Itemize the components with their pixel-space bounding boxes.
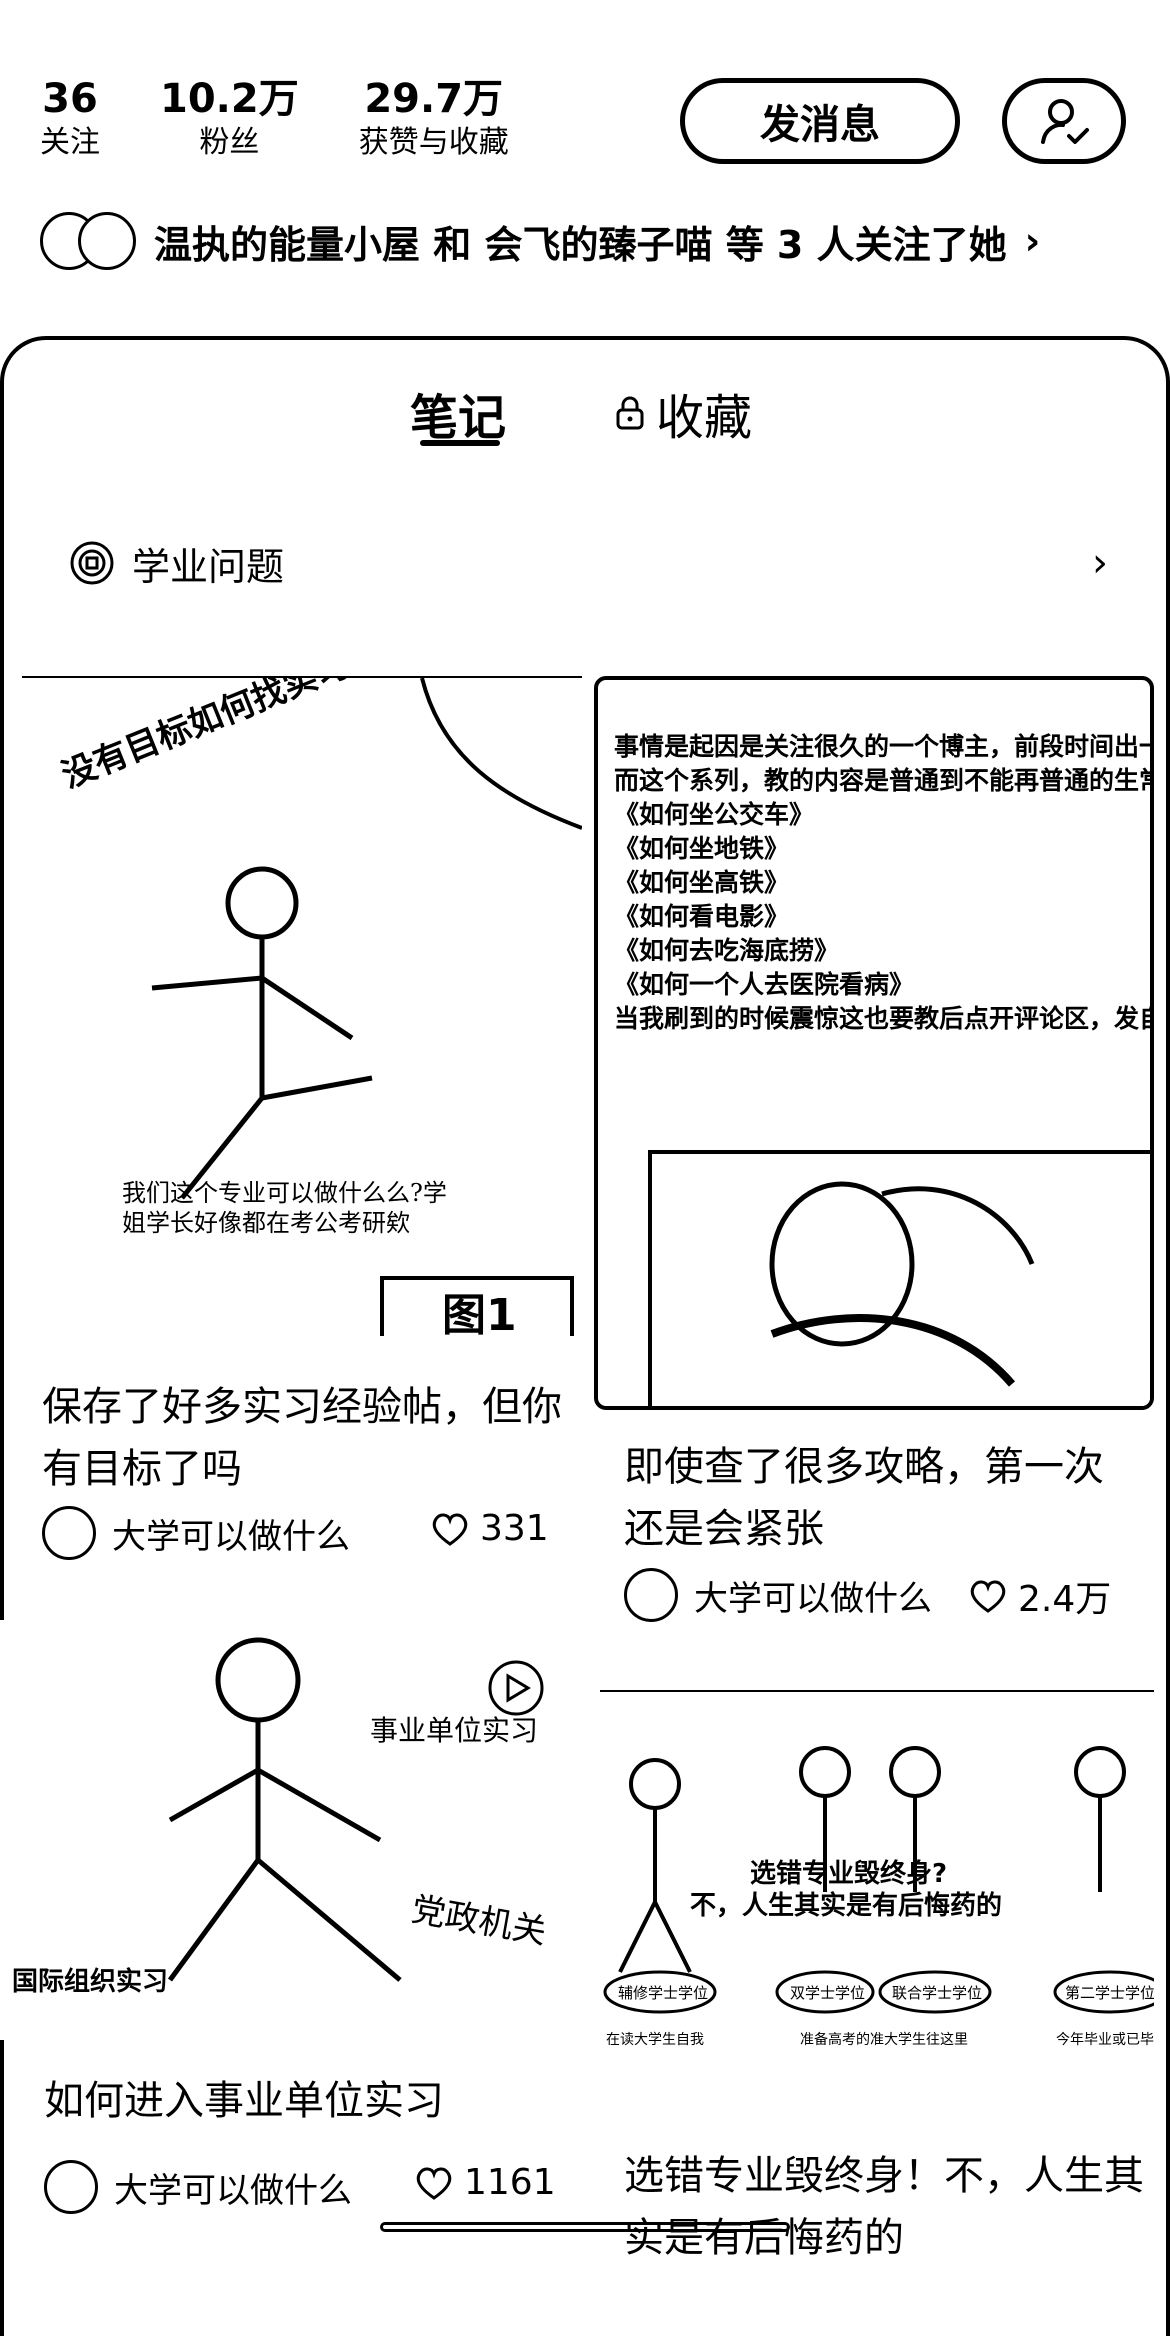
follow-user-button[interactable] <box>1002 78 1126 164</box>
note-title: 即使查了很多攻略，第一次还是会紧张 <box>624 1444 1104 1552</box>
tab-favorites[interactable]: 收藏 <box>614 378 752 448</box>
note-cover-image: 选错专业毁终身? 不，人生其实是有后悔药的 辅修学士学位 双学士学位 联合学士学… <box>600 1690 1154 2070</box>
cover-text-line: 当我刷到的时候震惊这也要教后点开评论区，发自己也成了那个"何不食肉糜"的高傲的"… <box>614 1004 1154 1033</box>
like-counter[interactable]: 1161 <box>414 2162 556 2203</box>
like-count: 2.4万 <box>1018 1579 1112 1620</box>
note-author[interactable]: 大学可以做什么 <box>42 1506 350 1560</box>
like-counter[interactable]: 331 <box>430 1508 549 1549</box>
likes-count: 29.7万 <box>364 76 504 122</box>
cover-label: 联合学士学位 <box>892 1984 982 2002</box>
cover-text-line: 《如何一个人去医院看病》 <box>614 970 915 999</box>
cover-label: 准备高考的准大学生往这里 <box>800 2031 968 2048</box>
note-card[interactable]: 选错专业毁终身? 不，人生其实是有后悔药的 辅修学士学位 双学士学位 联合学士学… <box>600 1690 1154 2261</box>
cover-text-line: 《如何看电影》 <box>614 902 790 931</box>
album-icon <box>70 541 114 585</box>
heart-icon <box>432 1513 468 1546</box>
note-card[interactable]: 事情是起因是关注很久的一个博主，前段时间出一个《如何如何》系列，一下子涨粉近百万… <box>594 676 1154 1636</box>
cover-label: 国际组织实习 <box>12 1966 168 1997</box>
author-avatar <box>42 1506 96 1560</box>
cover-heading: 不，人生其实是有后悔药的 <box>690 1890 1002 1921</box>
cover-text-line: 《如何去吃海底捞》 <box>614 936 840 965</box>
home-indicator <box>380 2222 790 2232</box>
stat-followers[interactable]: 10.2万 粉丝 <box>160 75 299 163</box>
album-label: 学业问题 <box>132 544 285 589</box>
send-message-button[interactable]: 发消息 <box>680 78 960 164</box>
cover-figure-label: 图1 <box>442 1290 517 1336</box>
following-label: 关注 <box>40 125 100 160</box>
note-card[interactable]: 事业单位实习 党政机关 国际组织实习 如何进入事业单位实习 大学可以做什么 11… <box>0 1620 582 2240</box>
lock-icon <box>616 396 644 430</box>
note-cover-image: 没有目标如何找实习 我们这个专业可以做什么么?学姐学长好像都在考公考研欸 图1 <box>22 676 582 1336</box>
cover-text-line: 《如何坐地铁》 <box>614 834 790 863</box>
cover-caption: 我们这个专业可以做什么么?学姐学长好像都在考公考研欸 <box>122 1179 447 1237</box>
cover-label: 今年毕业或已毕 <box>1056 2032 1154 2048</box>
author-name: 大学可以做什么 <box>114 2170 352 2211</box>
author-avatar <box>44 2160 98 2214</box>
note-cover-image: 事业单位实习 党政机关 国际组织实习 <box>0 1620 582 2040</box>
followers-count: 10.2万 <box>160 76 299 122</box>
cover-text-line: 《如何坐高铁》 <box>614 868 790 897</box>
tab-favorites-label: 收藏 <box>656 390 753 446</box>
note-card[interactable]: 没有目标如何找实习 我们这个专业可以做什么么?学姐学长好像都在考公考研欸 图1 … <box>22 676 582 1576</box>
note-title: 保存了好多实习经验帖，但你有目标了吗 <box>42 1384 562 1492</box>
note-cover-image: 事情是起因是关注很久的一个博主，前段时间出一个《如何如何》系列，一下子涨粉近百万… <box>594 676 1154 1410</box>
stat-likes[interactable]: 29.7万 获赞与收藏 <box>359 75 509 163</box>
cover-text-line: 事情是起因是关注很久的一个博主，前段时间出一个《如何如何》系列，一下子涨粉近百万… <box>614 732 1150 761</box>
tab-notes[interactable]: 笔记 <box>410 378 506 448</box>
followers-label: 粉丝 <box>199 125 260 160</box>
chevron-right-icon: › <box>1024 219 1041 263</box>
note-author[interactable]: 大学可以做什么 <box>44 2160 352 2214</box>
heart-icon <box>970 1580 1006 1613</box>
cover-label: 党政机关 <box>408 1889 549 1952</box>
heart-icon <box>416 2167 452 2200</box>
cover-text-line: 《如何坐公交车》 <box>614 800 815 829</box>
tab-bar: 笔记 收藏 <box>0 360 1170 450</box>
follower-avatars <box>40 212 136 270</box>
cover-text-line: 而这个系列，教的内容是普通到不能再普通的生常识，即： <box>614 766 1150 795</box>
cover-label: 在读大学生自我 <box>606 2031 704 2048</box>
cover-heading: 没有目标如何找实习 <box>56 678 355 796</box>
note-title: 选错专业毁终身！不，人生其实是有后悔药的 <box>624 2153 1144 2261</box>
cover-label: 双学士学位 <box>790 1984 865 2002</box>
chevron-right-icon: › <box>1092 540 1108 586</box>
avatar <box>78 212 136 270</box>
mutual-followers-text: 温执的能量小屋 和 会飞的臻子喵 等 3 人关注了她 <box>154 222 1007 267</box>
author-name: 大学可以做什么 <box>112 1516 350 1557</box>
like-count: 331 <box>480 1508 549 1549</box>
like-count: 1161 <box>464 2162 556 2203</box>
cover-label: 辅修学士学位 <box>618 1984 708 2002</box>
cover-label: 事业单位实习 <box>370 1714 538 1747</box>
active-tab-indicator <box>420 440 500 446</box>
following-count: 36 <box>42 76 98 122</box>
cover-label: 第二学士学位 <box>1065 1984 1154 2002</box>
user-check-icon <box>1041 99 1089 144</box>
author-avatar <box>624 1568 678 1622</box>
like-counter[interactable]: 2.4万 <box>968 1570 1111 1622</box>
note-author[interactable]: 大学可以做什么 <box>624 1568 932 1622</box>
album-row[interactable]: 学业问题 › <box>68 530 1108 596</box>
mutual-followers-row[interactable]: 温执的能量小屋 和 会飞的臻子喵 等 3 人关注了她 › <box>40 212 1040 270</box>
likes-label: 获赞与收藏 <box>358 125 509 160</box>
cover-heading: 选错专业毁终身? <box>750 1858 947 1889</box>
profile-stats: 36 关注 10.2万 粉丝 29.7万 获赞与收藏 <box>40 75 509 163</box>
note-title: 如何进入事业单位实习 <box>44 2078 444 2124</box>
author-name: 大学可以做什么 <box>694 1578 932 1619</box>
stat-following[interactable]: 36 关注 <box>40 75 100 163</box>
